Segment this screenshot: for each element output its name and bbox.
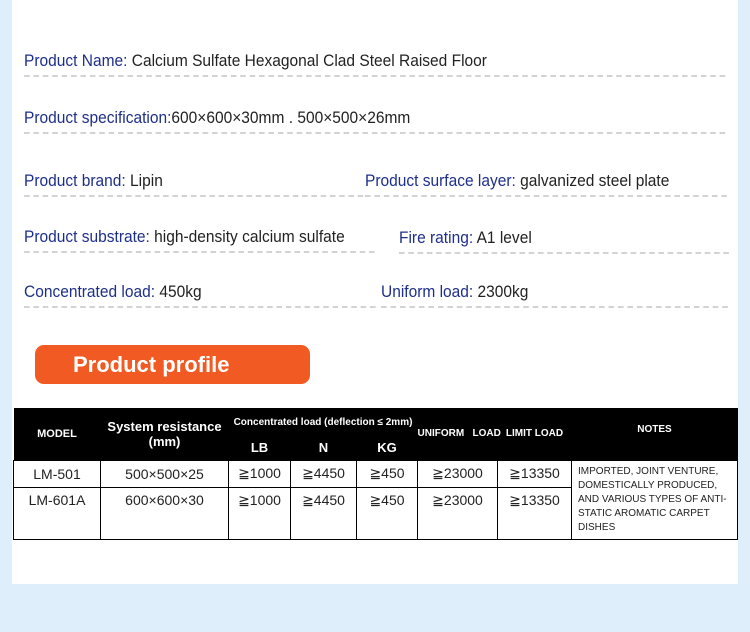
header-n: N (290, 436, 357, 460)
spec-table: MODEL System resistance (mm) Concentrate… (13, 408, 739, 540)
cell-lb: ≧1000 (228, 486, 291, 540)
cell-notes: Imported, joint venture, domestically pr… (571, 459, 739, 540)
spec-surface-layer: Product surface layer: galvanized steel … (365, 172, 727, 197)
product-profile-banner: Product profile (35, 345, 310, 384)
spec-key: Uniform load: (381, 283, 474, 301)
table-row: LM-501 500×500×25 ≧1000 ≧4450 ≧450 ≧2300… (13, 459, 739, 540)
spec-value: 2300kg (473, 283, 529, 301)
spec-fire-rating: Fire rating: A1 level (399, 229, 729, 254)
spec-key: Product surface layer: (365, 172, 516, 190)
spec-value: 600×600×30mm . 500×500×26mm (171, 109, 411, 127)
header-model: MODEL (13, 408, 101, 460)
cell-model: LM-501 (13, 459, 101, 488)
spec-key: Concentrated load: (24, 283, 156, 301)
spec-key: Product specification: (24, 109, 172, 127)
spec-concentrated-load: Concentrated load: 450kg (24, 283, 376, 308)
header-limit-load: LIMIT LOAD (497, 408, 572, 460)
spec-key: Fire rating: (399, 229, 474, 247)
spec-key: Product brand: (24, 172, 126, 190)
cell-lb: ≧1000 (228, 459, 291, 488)
header-notes: NOTES (571, 408, 738, 460)
spec-product-name: Product Name: Calcium Sulfate Hexagonal … (24, 52, 726, 77)
cell-system: 500×500×25 (100, 459, 229, 488)
cell-limit: ≧13350 (497, 459, 573, 488)
header-lb: LB (228, 436, 291, 460)
cell-limit: ≧13350 (497, 486, 573, 540)
cell-system: 600×600×30 (100, 486, 229, 540)
header-kg: KG (356, 436, 418, 460)
cell-n: ≧4450 (290, 459, 357, 488)
header-system-resistance: System resistance (mm) (100, 408, 229, 460)
cell-uniform: ≧23000 (417, 459, 499, 488)
cell-model: LM-601A (13, 486, 101, 540)
header-uniform-load: UNIFORM LOAD (417, 408, 501, 460)
spec-product-brand: Product brand: Lipin (24, 172, 364, 197)
spec-product-specification: Product specification:600×600×30mm . 500… (24, 109, 726, 134)
cell-n: ≧4450 (290, 486, 357, 540)
spec-key: Product substrate: (24, 228, 150, 246)
spec-value: 450kg (155, 283, 202, 301)
spec-key: Product Name: (24, 52, 128, 70)
spec-value: Lipin (125, 172, 163, 190)
cell-kg: ≧450 (355, 459, 419, 488)
cell-uniform: ≧23000 (417, 486, 499, 540)
cell-kg: ≧450 (355, 486, 419, 540)
spec-value: galvanized steel plate (515, 172, 670, 190)
spec-uniform-load: Uniform load: 2300kg (381, 283, 728, 308)
spec-product-substrate: Product substrate: high-density calcium … (24, 228, 375, 253)
spec-value: Calcium Sulfate Hexagonal Clad Steel Rai… (127, 52, 487, 70)
spec-value: A1 level (473, 229, 532, 247)
header-concentrated-load: Concentrated load (deflection ≤ 2mm) (228, 408, 418, 436)
spec-value: high-density calcium sulfate (149, 228, 345, 246)
